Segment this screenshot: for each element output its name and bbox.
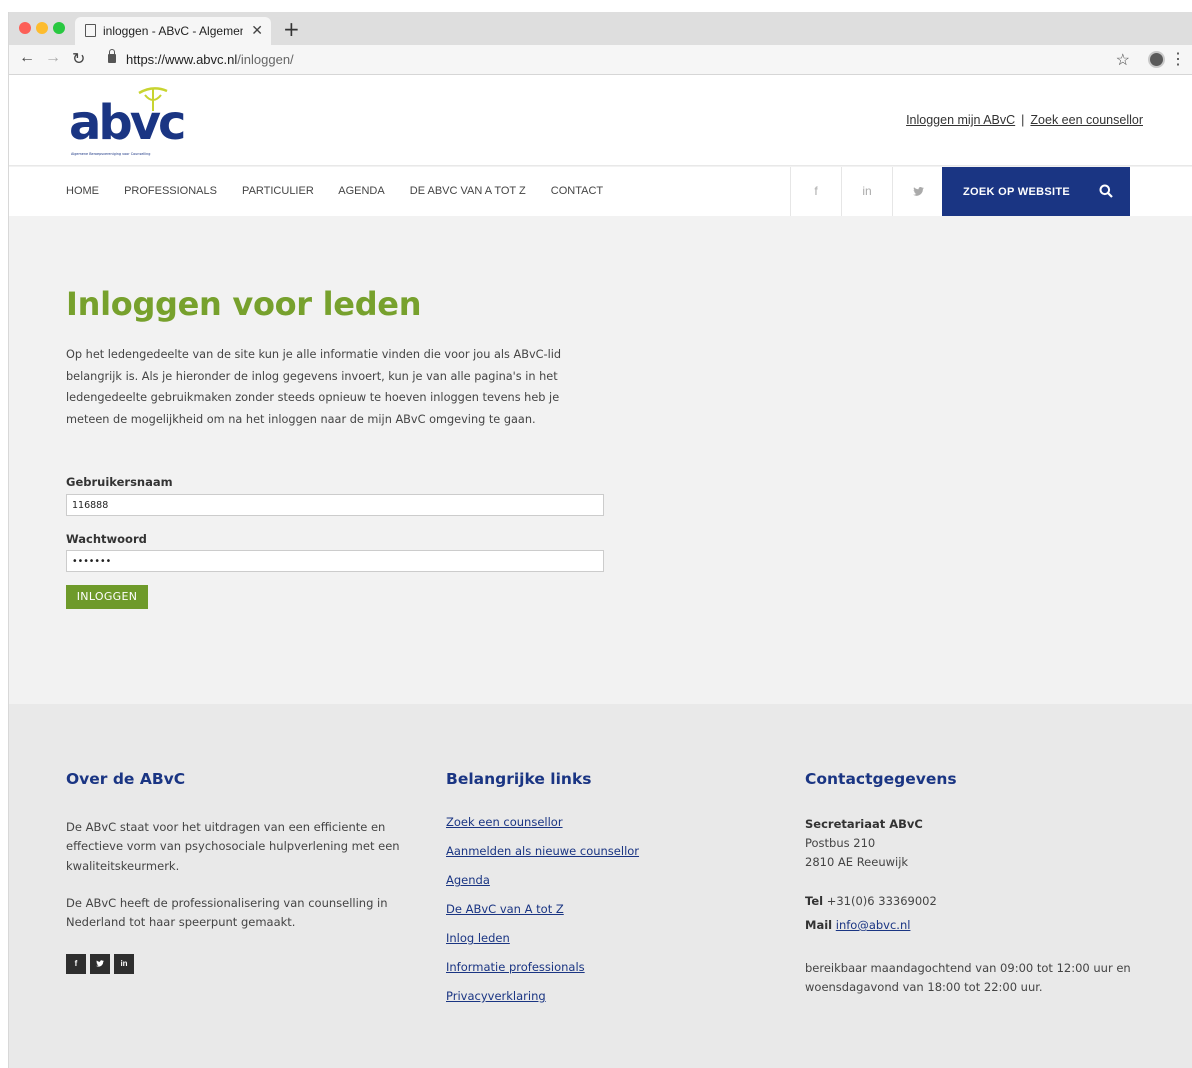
logo-wordmark: abvc bbox=[69, 95, 184, 151]
username-input[interactable]: 116888 bbox=[66, 494, 604, 516]
footer-facebook-icon[interactable]: f bbox=[66, 954, 86, 974]
nav-item-agenda[interactable]: AGENDA bbox=[338, 185, 384, 197]
footer-twitter-icon[interactable] bbox=[90, 954, 110, 974]
search-button-label: ZOEK OP WEBSITE bbox=[963, 186, 1070, 198]
contact-mail: Mail info@abvc.nl bbox=[805, 916, 910, 935]
footer-link-privacy[interactable]: Privacyverklaring bbox=[446, 989, 546, 1003]
contact-address-2: 2810 AE Reeuwijk bbox=[805, 855, 909, 869]
password-label: Wachtwoord bbox=[66, 532, 147, 546]
forward-arrow-icon[interactable]: → bbox=[45, 49, 61, 67]
page-title: Inloggen voor leden bbox=[66, 285, 422, 323]
footer-link-find-counsellor[interactable]: Zoek een counsellor bbox=[446, 815, 563, 829]
footer-link-inlog-leden[interactable]: Inlog leden bbox=[446, 931, 510, 945]
contact-tel: Tel +31(0)6 33369002 bbox=[805, 892, 937, 911]
footer-about-title: Over de ABvC bbox=[66, 770, 186, 788]
profile-avatar[interactable] bbox=[1148, 51, 1165, 68]
footer-contact-title: Contactgegevens bbox=[805, 770, 957, 788]
nav-item-particulier[interactable]: PARTICULIER bbox=[242, 185, 314, 197]
footer-linkedin-icon[interactable]: in bbox=[114, 954, 134, 974]
twitter-icon[interactable] bbox=[892, 167, 943, 216]
mail-link[interactable]: info@abvc.nl bbox=[836, 918, 911, 932]
new-tab-icon[interactable]: + bbox=[283, 17, 300, 41]
login-mijn-abvc-link[interactable]: Inloggen mijn ABvC bbox=[906, 113, 1015, 127]
abvc-logo[interactable]: abvc Algemene Beroepsvereniging voor Cou… bbox=[69, 81, 189, 161]
tel-value: +31(0)6 33369002 bbox=[826, 894, 937, 908]
browser-tab[interactable]: inloggen - ABvC - Algemene B ✕ bbox=[75, 17, 271, 45]
footer-link-info-professionals[interactable]: Informatie professionals bbox=[446, 960, 585, 974]
site-footer: Over de ABvC De ABvC staat voor het uitd… bbox=[9, 704, 1192, 1068]
footer-about-text-1: De ABvC staat voor het uitdragen van een… bbox=[66, 820, 400, 873]
browser-window: inloggen - ABvC - Algemene B ✕ + ← → ↻ h… bbox=[8, 12, 1192, 1068]
tel-label: Tel bbox=[805, 894, 824, 908]
footer-links-title: Belangrijke links bbox=[446, 770, 592, 788]
search-website-button[interactable]: ZOEK OP WEBSITE bbox=[942, 167, 1130, 216]
url-path: /inloggen/ bbox=[237, 52, 294, 67]
site-header: abvc Algemene Beroepsvereniging voor Cou… bbox=[9, 75, 1192, 166]
logo-tagline: Algemene Beroepsvereniging voor Counsell… bbox=[71, 152, 150, 156]
nav-item-home[interactable]: HOME bbox=[66, 185, 99, 197]
contact-org: Secretariaat ABvC bbox=[805, 817, 923, 831]
browser-toolbar: ← → ↻ https://www.abvc.nl/inloggen/ ☆ ⋮ bbox=[9, 45, 1192, 75]
maximize-window-button[interactable] bbox=[53, 22, 65, 34]
minimize-window-button[interactable] bbox=[36, 22, 48, 34]
url-host: https://www.abvc.nl bbox=[126, 52, 238, 67]
top-links: Inloggen mijn ABvC | Zoek een counsellor bbox=[906, 113, 1143, 127]
reload-icon[interactable]: ↻ bbox=[72, 49, 85, 69]
login-button[interactable]: INLOGGEN bbox=[66, 585, 148, 609]
toplinks-separator: | bbox=[1021, 113, 1025, 127]
nav-item-a-tot-z[interactable]: DE ABVC VAN A TOT Z bbox=[410, 185, 526, 197]
password-input[interactable]: ••••••• bbox=[66, 550, 604, 572]
browser-menu-icon[interactable]: ⋮ bbox=[1170, 49, 1186, 69]
footer-link-agenda[interactable]: Agenda bbox=[446, 873, 490, 887]
bookmark-star-icon[interactable]: ☆ bbox=[1116, 50, 1130, 70]
back-arrow-icon[interactable]: ← bbox=[19, 49, 35, 67]
nav-menu: HOME PROFESSIONALS PARTICULIER AGENDA DE… bbox=[66, 185, 625, 197]
contact-address-1: Postbus 210 bbox=[805, 836, 876, 850]
mail-label: Mail bbox=[805, 918, 833, 932]
search-icon bbox=[1099, 184, 1113, 198]
facebook-icon[interactable]: f bbox=[790, 167, 841, 216]
close-tab-icon[interactable]: ✕ bbox=[251, 22, 263, 39]
main-content: Inloggen voor leden Op het ledengedeelte… bbox=[9, 216, 1192, 704]
tab-title: inloggen - ABvC - Algemene B bbox=[103, 24, 243, 38]
footer-link-register-counsellor[interactable]: Aanmelden als nieuwe counsellor bbox=[446, 844, 639, 858]
close-window-button[interactable] bbox=[19, 22, 31, 34]
lock-icon[interactable] bbox=[108, 49, 116, 63]
nav-item-contact[interactable]: CONTACT bbox=[551, 185, 603, 197]
intro-text: Op het ledengedeelte van de site kun je … bbox=[66, 348, 562, 427]
linkedin-icon[interactable]: in bbox=[841, 167, 892, 216]
footer-about-text-2: De ABvC heeft de professionalisering van… bbox=[66, 896, 388, 930]
main-navigation: HOME PROFESSIONALS PARTICULIER AGENDA DE… bbox=[9, 167, 1192, 216]
address-bar[interactable]: https://www.abvc.nl/inloggen/ bbox=[126, 52, 294, 67]
footer-link-a-tot-z[interactable]: De ABvC van A tot Z bbox=[446, 902, 564, 916]
find-counsellor-link[interactable]: Zoek een counsellor bbox=[1030, 113, 1143, 127]
tab-bar: inloggen - ABvC - Algemene B ✕ + bbox=[9, 12, 1192, 45]
nav-item-professionals[interactable]: PROFESSIONALS bbox=[124, 185, 217, 197]
username-label: Gebruikersnaam bbox=[66, 475, 173, 489]
page-icon bbox=[85, 24, 96, 37]
contact-hours: bereikbaar maandagochtend van 09:00 tot … bbox=[805, 961, 1131, 995]
